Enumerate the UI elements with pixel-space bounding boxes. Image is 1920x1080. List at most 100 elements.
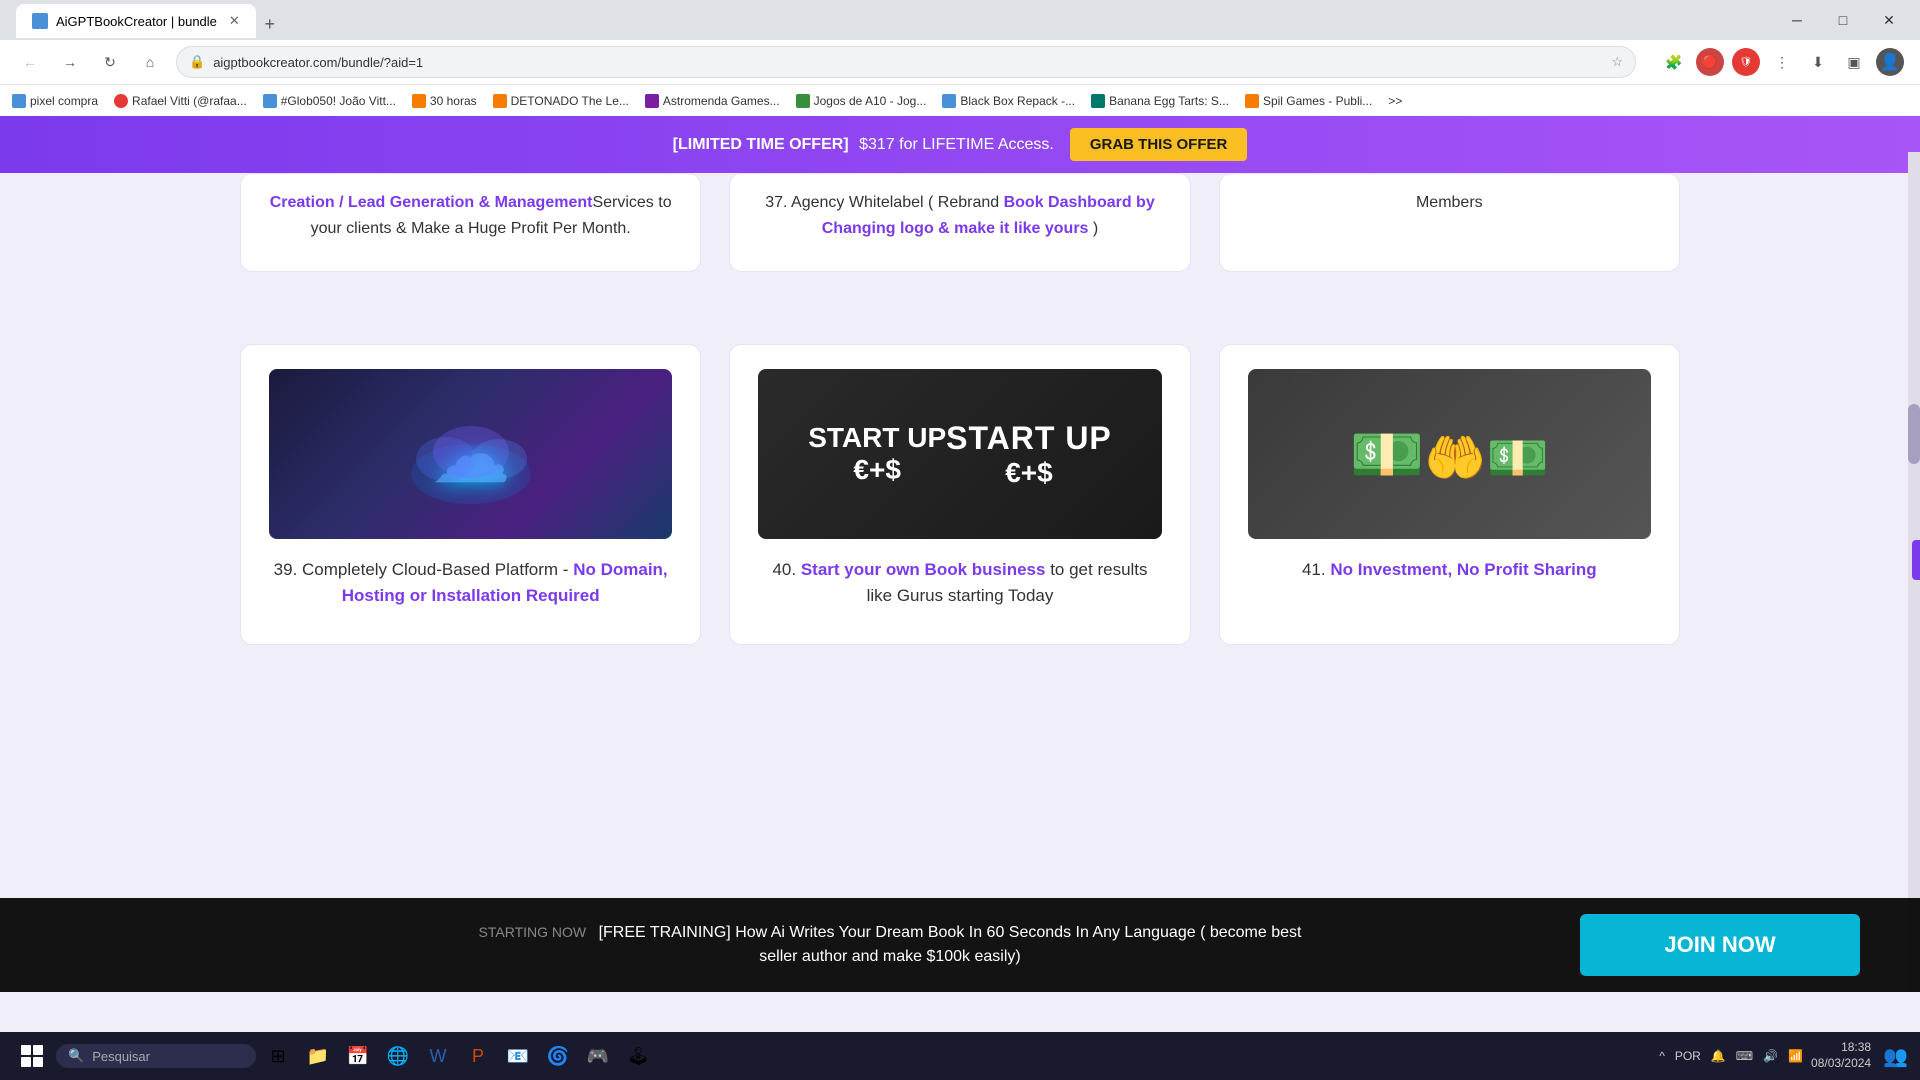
bookmark-spil-games[interactable]: Spil Games - Publi... [1245, 94, 1372, 108]
starting-now-label: STARTING NOW [479, 924, 587, 940]
taskbar-game2[interactable]: 🕹 [620, 1038, 656, 1074]
profile-icon[interactable]: 🔴 [1696, 48, 1724, 76]
taskbar-word[interactable]: W [420, 1038, 456, 1074]
show-hidden-icon[interactable]: ^ [1659, 1049, 1665, 1063]
bookmark-star-icon[interactable]: ☆ [1611, 54, 1623, 70]
taskbar-search[interactable]: 🔍 Pesquisar [56, 1044, 256, 1068]
bookmark-favicon-icon [493, 94, 507, 108]
maximize-button[interactable]: □ [1820, 4, 1866, 36]
right-edge-indicator [1912, 540, 1920, 580]
bookmark-favicon-icon [412, 94, 426, 108]
promo-banner: [LIMITED TIME OFFER] $317 for LIFETIME A… [0, 116, 1920, 173]
clock-time: 18:38 [1811, 1040, 1871, 1056]
settings-icon[interactable]: ⋮ [1768, 48, 1796, 76]
system-clock[interactable]: 18:38 08/03/2024 [1811, 1040, 1871, 1071]
bookmark-favicon-icon [114, 94, 128, 108]
notification-icon[interactable]: 🔔 [1711, 1049, 1726, 1063]
bookmark-banana-egg[interactable]: Banana Egg Tarts: S... [1091, 94, 1229, 108]
windows-logo-icon [21, 1045, 43, 1067]
reload-button[interactable]: ↻ [96, 48, 124, 76]
top-card-1: Creation / Lead Generation & ManagementS… [240, 173, 701, 272]
taskbar-game1[interactable]: 🎮 [580, 1038, 616, 1074]
bookmark-pixel-compra[interactable]: pixel compra [12, 94, 98, 108]
close-button[interactable]: ✕ [1866, 4, 1912, 36]
card-39-image [269, 369, 672, 539]
card-40-image: START UP €+$ [758, 369, 1161, 539]
top-card-3-text: Members [1248, 190, 1651, 216]
top-card-3: Members [1219, 173, 1680, 272]
grab-offer-button[interactable]: GRAB THIS OFFER [1070, 128, 1248, 161]
top-card-2: 37. Agency Whitelabel ( Rebrand Book Das… [729, 173, 1190, 272]
url-text: aigptbookcreator.com/bundle/?aid=1 [213, 55, 423, 70]
search-icon: 🔍 [68, 1048, 84, 1064]
bookmark-more[interactable]: >> [1388, 94, 1402, 108]
new-tab-button[interactable]: + [256, 10, 284, 38]
minimize-button[interactable]: ─ [1774, 4, 1820, 36]
sidebar-toggle-icon[interactable]: ▣ [1840, 48, 1868, 76]
bookmark-rafael-vitti[interactable]: Rafael Vitti (@rafaa... [114, 94, 247, 108]
forward-button[interactable]: → [56, 48, 84, 76]
card-41-image: 🤲💵 [1248, 369, 1651, 539]
top-card-1-text: Creation / Lead Generation & ManagementS… [269, 190, 672, 241]
bookmark-favicon-icon [796, 94, 810, 108]
promo-text: [LIMITED TIME OFFER] $317 for LIFETIME A… [673, 136, 1054, 154]
search-placeholder: Pesquisar [92, 1049, 150, 1064]
security-icon: 🔒 [189, 54, 205, 70]
speaker-icon[interactable]: 🔊 [1763, 1049, 1778, 1063]
title-bar: AiGPTBookCreator | bundle ✕ + ─ □ ✕ [0, 0, 1920, 40]
tab-favicon-icon [32, 13, 48, 29]
bookmark-detonado[interactable]: DETONADO The Le... [493, 94, 629, 108]
taskbar-outlook[interactable]: 📧 [500, 1038, 536, 1074]
scroll-thumb[interactable] [1908, 404, 1920, 464]
taskbar-lang: POR [1675, 1049, 1701, 1063]
download-icon[interactable]: ⬇ [1804, 48, 1832, 76]
taskbar-powerpoint[interactable]: P [460, 1038, 496, 1074]
taskbar-file-explorer[interactable]: 📁 [300, 1038, 336, 1074]
tab-title: AiGPTBookCreator | bundle [56, 14, 217, 29]
system-tray: ^ POR 🔔 ⌨ 🔊 📶 [1659, 1049, 1803, 1063]
card-41: 🤲💵 41. No Investment, No Profit Sharing [1219, 344, 1680, 645]
bookmark-blackbox[interactable]: Black Box Repack -... [942, 94, 1075, 108]
start-button[interactable] [12, 1036, 52, 1076]
extensions-icon[interactable]: 🧩 [1660, 48, 1688, 76]
address-bar[interactable]: 🔒 aigptbookcreator.com/bundle/?aid=1 ☆ [176, 46, 1636, 78]
bookmark-favicon-icon [12, 94, 26, 108]
card-40: START UP €+$ 40. Start your own Book bus… [729, 344, 1190, 645]
top-card-2-text: 37. Agency Whitelabel ( Rebrand Book Das… [758, 190, 1161, 241]
tab-close-icon[interactable]: ✕ [229, 13, 240, 29]
bookmark-joao-vitt[interactable]: #Glob050! João Vitt... [263, 94, 396, 108]
nav-bar: ← → ↻ ⌂ 🔒 aigptbookcreator.com/bundle/?a… [0, 40, 1920, 84]
notification-line2: seller author and make $100k easily) [759, 948, 1020, 965]
taskbar-task-view[interactable]: ⊞ [260, 1038, 296, 1074]
card-40-title: 40. Start your own Book business to get … [758, 557, 1161, 608]
notification-line1: [FREE TRAINING] How Ai Writes Your Dream… [599, 924, 1302, 941]
notification-text: STARTING NOW [FREE TRAINING] How Ai Writ… [200, 921, 1580, 969]
notification-bar: STARTING NOW [FREE TRAINING] How Ai Writ… [0, 898, 1920, 992]
bookmark-favicon-icon [645, 94, 659, 108]
adblock-icon[interactable]: 🛡 [1732, 48, 1760, 76]
card-41-title: 41. No Investment, No Profit Sharing [1248, 557, 1651, 583]
taskbar-edge[interactable]: 🌀 [540, 1038, 576, 1074]
network-icon[interactable]: 📶 [1788, 1049, 1803, 1063]
active-tab[interactable]: AiGPTBookCreator | bundle ✕ [16, 4, 256, 38]
bookmark-bar: pixel compra Rafael Vitti (@rafaa... #Gl… [0, 84, 1920, 116]
taskbar-right: ^ POR 🔔 ⌨ 🔊 📶 18:38 08/03/2024 [1659, 1040, 1871, 1071]
bookmark-jogos[interactable]: Jogos de A10 - Jog... [796, 94, 927, 108]
bookmark-30horas[interactable]: 30 horas [412, 94, 477, 108]
taskbar-calendar[interactable]: 📅 [340, 1038, 376, 1074]
bookmark-favicon-icon [1245, 94, 1259, 108]
keyboard-icon[interactable]: ⌨ [1736, 1049, 1753, 1063]
card-39-title: 39. Completely Cloud-Based Platform - No… [269, 557, 672, 608]
page-content: Creation / Lead Generation & ManagementS… [0, 173, 1920, 645]
cards-row: 39. Completely Cloud-Based Platform - No… [240, 334, 1680, 645]
bookmark-favicon-icon [1091, 94, 1105, 108]
home-button[interactable]: ⌂ [136, 48, 164, 76]
taskbar-chrome[interactable]: 🌐 [380, 1038, 416, 1074]
join-now-button[interactable]: JOIN NOW [1580, 914, 1860, 976]
clock-date: 08/03/2024 [1811, 1056, 1871, 1072]
back-button[interactable]: ← [16, 48, 44, 76]
bookmark-favicon-icon [263, 94, 277, 108]
taskbar-avatars: 👥 [1883, 1044, 1908, 1069]
bookmark-astromenda[interactable]: Astromenda Games... [645, 94, 780, 108]
user-account-icon[interactable]: 👤 [1876, 48, 1904, 76]
